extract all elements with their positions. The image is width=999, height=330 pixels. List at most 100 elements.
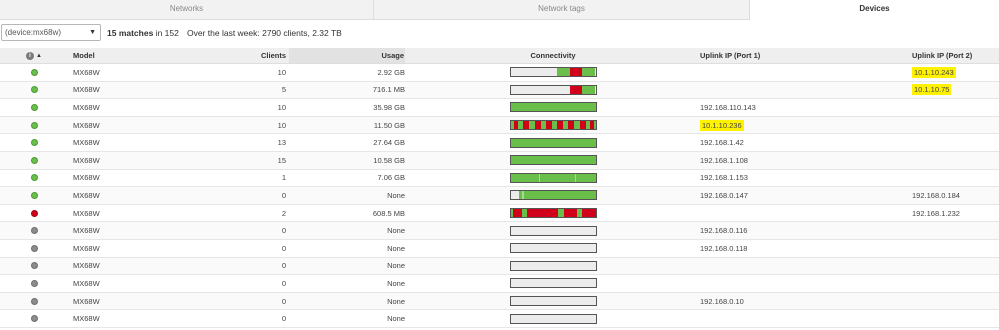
model-cell[interactable]: MX68W [73,222,203,239]
table-row[interactable]: MX68W 0 None [0,257,999,276]
table-row[interactable]: MX68W 10 2.92 GB 10.1.10.243 [0,64,999,82]
usage-cell: 716.1 MB [289,82,405,99]
model-cell[interactable]: MX68W [73,134,203,151]
connectivity-cell [508,205,598,222]
tab-networks[interactable]: Networks [0,0,374,20]
model-cell-text: MX68W [73,261,100,271]
uplink2-cell-text: 192.168.1.232 [912,208,960,218]
status-column-header[interactable]: i ▲ [0,48,68,63]
connectivity-bar[interactable] [509,260,597,271]
tab-network-tags[interactable]: Network tags [374,0,750,20]
connectivity-bar[interactable] [509,243,597,254]
column-header-usage[interactable]: Usage [289,48,405,63]
status-dormant-icon [30,279,38,287]
connectivity-bar[interactable] [509,296,597,307]
connectivity-segment [570,68,582,77]
connectivity-bar[interactable] [509,120,597,131]
connectivity-bar[interactable] [509,137,597,148]
connectivity-bar[interactable] [509,84,597,95]
connectivity-bar[interactable] [509,190,597,201]
connectivity-segment [558,209,565,218]
table-row[interactable]: MX68W 0 None 192.168.0.118 [0,240,999,258]
tab-devices[interactable]: Devices [750,0,999,20]
model-cell-text: MX68W [73,226,100,236]
clients-cell-text: 0 [281,243,286,253]
status-cell [0,258,68,275]
status-cell [0,205,68,222]
clients-cell-text: 0 [281,296,286,306]
status-online-icon [30,86,38,94]
uplink2-cell [912,117,999,134]
uplink1-cell-text: 192.168.0.116 [700,226,748,236]
table-row[interactable]: MX68W 15 10.58 GB 192.168.1.108 [0,151,999,170]
usage-cell-text: None [387,278,405,288]
clients-cell-text: 10 [277,120,286,130]
table-row[interactable]: MX68W 0 None [0,310,999,328]
connectivity-cell [508,134,598,151]
connectivity-bar[interactable] [509,102,597,113]
table-row[interactable]: MX68W 0 None 192.168.0.116 [0,222,999,240]
status-cell [0,117,68,134]
model-cell[interactable]: MX68W [73,99,203,116]
uplink2-cell [912,293,999,310]
uplink1-cell [700,64,870,81]
connectivity-segment [511,191,520,199]
table-row[interactable]: MX68W 10 11.50 GB 10.1.10.236 [0,116,999,135]
model-cell[interactable]: MX68W [73,152,203,169]
sort-up-icon[interactable]: ▲ [36,53,42,59]
chevron-down-icon[interactable]: ▼ [89,25,96,40]
column-header-clients[interactable]: Clients [200,48,286,63]
clients-cell: 10 [200,64,286,81]
device-filter-select[interactable]: (device:mx68w) ▼ [1,24,101,41]
table-row[interactable]: MX68W 0 None 192.168.0.147 192.168.0.184 [0,187,999,205]
column-header-uplink1[interactable]: Uplink IP (Port 1) [700,48,870,63]
connectivity-bar[interactable] [509,225,597,236]
connectivity-bar[interactable] [509,155,597,166]
model-cell[interactable]: MX68W [73,82,203,99]
column-header-model[interactable]: Model [73,48,203,63]
table-row[interactable]: MX68W 5 716.1 MB 10.1.10.75 [0,81,999,100]
clients-cell: 0 [200,293,286,310]
uplink1-cell [700,275,870,292]
connectivity-bar[interactable] [509,208,597,219]
column-header-uplink2[interactable]: Uplink IP (Port 2) [912,48,999,63]
model-cell[interactable]: MX68W [73,117,203,134]
usage-cell-text: None [387,243,405,253]
connectivity-segment [510,156,596,165]
table-row[interactable]: MX68W 1 7.06 GB 192.168.1.153 [0,170,999,188]
table-row[interactable]: MX68W 2 608.5 MB 192.168.1.232 [0,205,999,223]
clients-cell-text: 0 [281,261,286,271]
model-cell[interactable]: MX68W [73,293,203,310]
model-cell[interactable]: MX68W [73,240,203,257]
clients-cell: 1 [200,170,286,187]
status-online-icon [30,174,38,182]
uplink2-cell-text: 192.168.0.184 [912,190,960,200]
model-cell[interactable]: MX68W [73,64,203,81]
connectivity-segment [575,173,577,182]
model-cell[interactable]: MX68W [73,275,203,292]
model-cell[interactable]: MX68W [73,170,203,187]
clients-cell-text: 10 [277,67,286,77]
table-row[interactable]: MX68W 0 None [0,275,999,293]
connectivity-bar[interactable] [509,313,597,324]
connectivity-segment [519,191,596,200]
table-row[interactable]: MX68W 0 None 192.168.0.10 [0,292,999,311]
connectivity-bar[interactable] [509,172,597,183]
model-cell[interactable]: MX68W [73,310,203,327]
model-cell[interactable]: MX68W [73,187,203,204]
model-cell[interactable]: MX68W [73,205,203,222]
uplink1-cell: 192.168.1.153 [700,170,870,187]
column-header-connectivity[interactable]: Connectivity [508,48,598,63]
usage-cell: None [289,240,405,257]
model-cell[interactable]: MX68W [73,258,203,275]
connectivity-bar[interactable] [509,278,597,289]
uplink2-cell [912,258,999,275]
connectivity-bar[interactable] [509,67,597,78]
status-cell [0,82,68,99]
usage-cell-text: 7.06 GB [377,173,405,183]
status-dormant-icon [30,262,38,270]
table-row[interactable]: MX68W 10 35.98 GB 192.168.110.143 [0,99,999,117]
clients-cell: 10 [200,99,286,116]
clients-cell: 0 [200,258,286,275]
table-row[interactable]: MX68W 13 27.64 GB 192.168.1.42 [0,134,999,152]
